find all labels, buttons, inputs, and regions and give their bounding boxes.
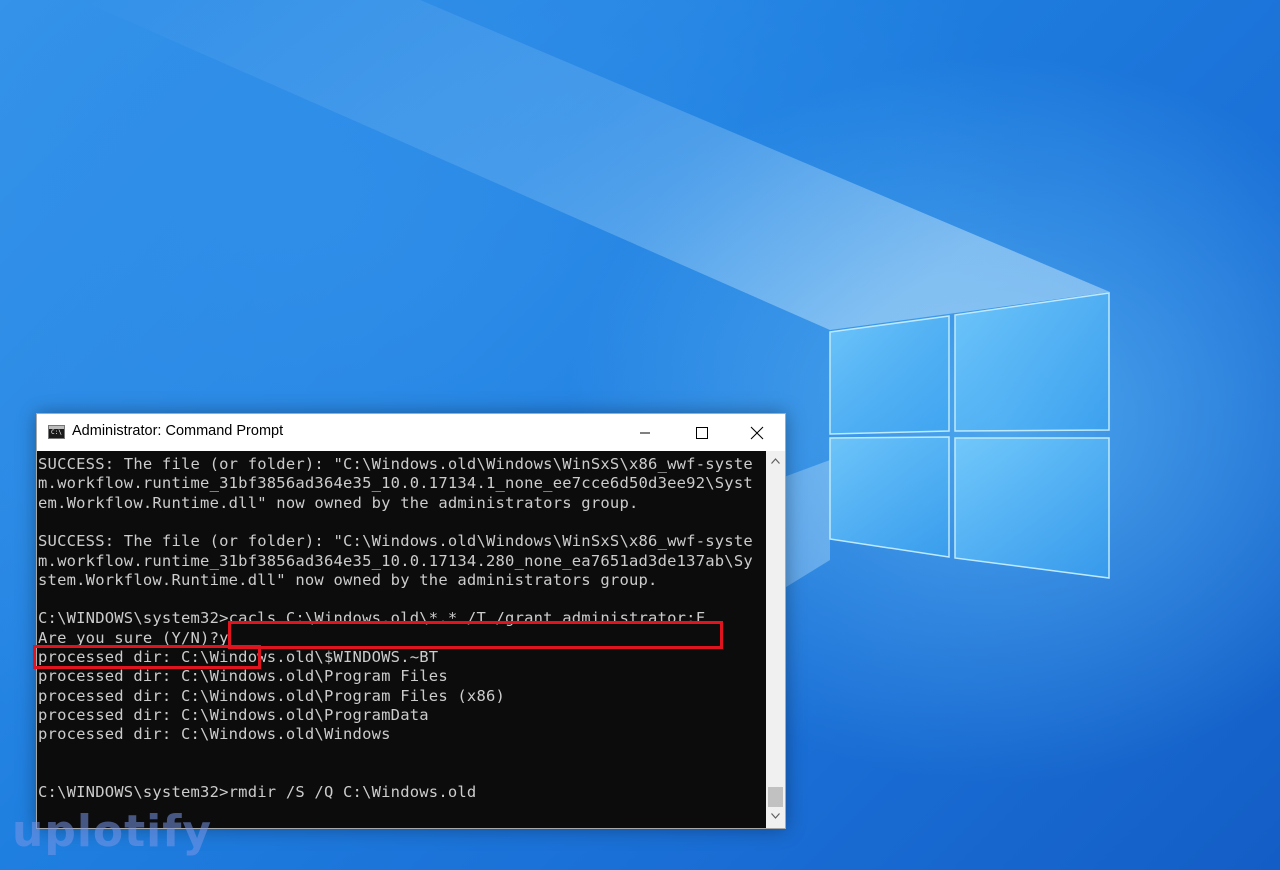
minimize-button[interactable] (617, 414, 673, 451)
console-line: m.workflow.runtime_31bf3856ad364e35_10.0… (38, 551, 753, 570)
title-bar[interactable]: C:\ Administrator: Command Prompt (37, 414, 785, 451)
maximize-icon (696, 426, 708, 439)
chevron-up-icon (771, 458, 780, 464)
console-line: processed dir: C:\Windows.old\Program Fi… (38, 686, 506, 705)
highlight-cacls-command (228, 621, 723, 649)
console-line: SUCCESS: The file (or folder): "C:\Windo… (38, 455, 753, 473)
console-line: processed dir: C:\Windows.old\ProgramDat… (38, 705, 429, 724)
close-icon (750, 426, 764, 439)
scrollbar-thumb[interactable] (768, 787, 783, 807)
highlight-confirm-prompt (33, 645, 261, 669)
scroll-up-button[interactable] (766, 453, 785, 470)
watermark-logo: uplotify (12, 806, 213, 857)
close-button[interactable] (729, 414, 785, 451)
console-line: processed dir: C:\Windows.old\Windows (38, 725, 391, 744)
window-title: Administrator: Command Prompt (72, 423, 284, 439)
console-line: m.workflow.runtime_31bf3856ad364e35_10.0… (38, 474, 753, 493)
console-line: processed dir: C:\Windows.old\Program Fi… (38, 667, 448, 686)
chevron-down-icon (771, 813, 780, 819)
scroll-down-button[interactable] (766, 808, 785, 825)
cmd-icon[interactable]: C:\ (48, 425, 65, 439)
maximize-button[interactable] (674, 414, 730, 451)
command-line-rmdir: C:\WINDOWS\system32>rmdir /S /Q C:\Windo… (38, 783, 477, 802)
vertical-scrollbar[interactable] (766, 451, 785, 828)
cmd-icon-label: C:\ (51, 429, 62, 436)
console-line: em.Workflow.Runtime.dll" now owned by th… (38, 493, 639, 512)
console-line: SUCCESS: The file (or folder): "C:\Windo… (38, 532, 753, 551)
minimize-icon (640, 432, 650, 433)
console-line: stem.Workflow.Runtime.dll" now owned by … (38, 570, 658, 589)
windows-logo (829, 292, 1110, 579)
